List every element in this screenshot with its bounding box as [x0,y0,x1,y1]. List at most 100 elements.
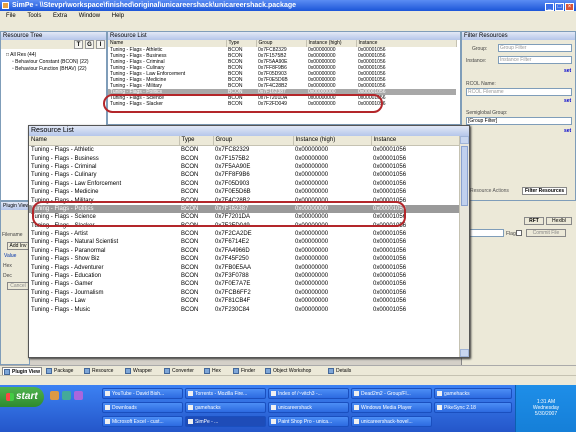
tab-wrapper[interactable]: Wrapper [124,367,162,375]
flag-checkbox[interactable] [516,230,522,236]
taskbar-button[interactable]: unicareershack [268,402,349,413]
fg-table-row[interactable]: Tuning - Flags - Education BCON 0x7F3F0788… [29,272,459,280]
fg-table-row[interactable]: Tuning - Flags - Music BCON 0x7F230C84 0x00… [29,305,459,313]
tab-hex[interactable]: Hex [203,367,227,375]
fg-table-row[interactable]: Tuning - Flags - Military BCON 0x7F4C28B2 0… [29,196,459,204]
scroll-down-icon[interactable] [460,349,469,357]
tab-resource[interactable]: Resource [83,367,123,375]
bg-col-name[interactable]: Name [108,40,227,47]
tab-plugin-view[interactable]: Plugin View [2,367,42,375]
wrapper-icon [125,368,131,374]
instance-set-link[interactable]: set [564,68,571,74]
cancel-button[interactable]: Cancel [7,282,29,290]
taskbar-button[interactable]: Dead2m2 - Group/Fl... [351,388,432,399]
fg-table-row[interactable]: Tuning - Flags - Natural Scientist BCON 0x… [29,238,459,246]
value-label: Value [4,253,17,259]
tab-filter-resources[interactable]: Filter Resources [522,187,568,195]
menu-file[interactable]: File [6,11,16,21]
taskbar-button[interactable]: YouTube - David Bish... [102,388,183,399]
menu-extra[interactable]: Extra [53,11,67,21]
menu-tools[interactable]: Tools [27,11,41,21]
taskbar-button[interactable]: gamehacks [185,402,266,413]
add-inventory-button[interactable]: Add Inv [7,242,29,250]
fg-col-group[interactable]: Group [213,136,294,146]
tab-converter[interactable]: Converter [163,367,201,375]
commit-file-button[interactable]: Commit File [526,229,566,237]
package-icon [46,368,52,374]
fg-cell: Tuning - Flags - Paranormal [31,247,106,254]
fg-col-instance[interactable]: Instance [371,136,460,146]
fg-table-row[interactable]: Tuning - Flags - Artist BCON 0x7F2CA2DE 0x0… [29,230,459,238]
fg-table-row[interactable]: Tuning - Flags - Business BCON 0x7F1575B2 0… [29,154,459,162]
fg-scrollbar[interactable] [459,136,469,357]
taskbar-app-icon [105,405,110,410]
minimize-icon[interactable]: _ [545,3,554,11]
fg-table-row[interactable]: Tuning - Flags - Medicine BCON 0x7F0E5D6B 0… [29,188,459,196]
fg-table-row[interactable]: Tuning - Flags - Journalism BCON 0x7FCB6FF… [29,289,459,297]
taskbar-button[interactable]: Paint Shop Pro - unica... [268,416,349,427]
bg-col-type[interactable]: Type [226,40,257,47]
taskbar-button[interactable]: Microsoft Excel - cust... [102,416,183,427]
group-filter-input[interactable]: Group Filter [498,44,572,52]
fg-table-row[interactable]: Tuning - Flags - Culinary BCON 0x7FF8F9B6 0… [29,171,459,179]
taskbar-button[interactable]: Torrents - Mozilla Fire... [185,388,266,399]
rcol-set-link[interactable]: set [564,98,571,104]
taskbar-button[interactable]: Downloads [102,402,183,413]
quick-launch-icon[interactable] [62,391,71,400]
rcol-name-input[interactable]: RCOL Filename [466,88,572,96]
tree-group-button[interactable]: G [85,40,94,49]
semiglobal-set-link[interactable]: set [564,128,571,134]
menu-help[interactable]: Help [112,11,124,21]
right-value-input[interactable] [464,229,504,237]
fg-table-row[interactable]: Tuning - Flags - Gamer BCON 0x7F0E7A7E 0x00… [29,280,459,288]
bg-col-instance[interactable]: Instance [356,40,457,47]
fg-table-row[interactable]: Tuning - Flags - Law Enforcement BCON 0x7F… [29,180,459,188]
tree-item-bhav[interactable]: ▫ Behaviour Function (BHAV) (22) [12,66,87,72]
fg-cell: 0x7F0E5D6B [215,189,251,196]
tree-item-bhav-label: Behaviour Function (BHAV) (22) [15,66,87,72]
scroll-up-icon[interactable] [460,136,469,144]
fg-table-row[interactable]: Tuning - Flags - Adventurer BCON 0x7FB0E5A… [29,263,459,271]
taskbar-button[interactable]: PikeSync 2.18 [434,402,512,413]
tree-type-button[interactable]: T [74,40,83,49]
tree-item-all[interactable]: □ All Res (44) [6,52,36,58]
fg-table-row[interactable]: Tuning - Flags - Athletic BCON 0x7FC82329 0… [29,146,459,155]
fg-cell: BCON [181,180,199,187]
taskbar-button[interactable]: SimPe - ... [185,416,266,427]
fg-table-row[interactable]: Tuning - Flags - Paranormal BCON 0x7FA4966… [29,247,459,255]
tab-resource-actions[interactable]: Resource Actions [470,188,509,194]
semiglobal-select[interactable]: [Group Filter] [466,117,572,125]
tree-instance-button[interactable]: I [96,40,105,49]
bg-col-group[interactable]: Group [256,40,307,47]
quick-launch-icon[interactable] [74,391,83,400]
quick-launch-icon[interactable] [50,391,59,400]
instance-filter-input[interactable]: Instance Filter [498,56,572,64]
fg-table-row[interactable]: Tuning - Flags - Science BCON 0x7F7201DA 0x… [29,213,459,221]
taskbar-button[interactable]: unicareershack-hovel... [351,416,432,427]
taskbar-button[interactable]: gamehacks [434,388,512,399]
fg-col-instance-high[interactable]: Instance (high) [293,136,372,146]
maximize-icon[interactable]: □ [555,3,564,11]
rft-button[interactable]: RFT [524,217,544,225]
tab-finder[interactable]: Finder [232,367,262,375]
menu-window[interactable]: Window [79,11,100,21]
fg-table-row[interactable]: Tuning - Flags - Slacker BCON 0x7F2FD049 0x… [29,222,459,230]
hexlbl-button[interactable]: Hexlbl [546,217,572,225]
fg-table-row[interactable]: Tuning - Flags - Show Biz BCON 0x7F45F250 0… [29,255,459,263]
taskbar-button[interactable]: Index of /~vitch3 -... [268,388,349,399]
close-icon[interactable]: × [565,3,574,11]
fg-table-row[interactable]: Tuning - Flags - Politics BCON 0x7F162387 0… [29,204,459,214]
fg-col-name[interactable]: Name [29,136,180,146]
bg-col-instance-high[interactable]: Instance (high) [306,40,357,47]
fg-cell: 0x00000000 [295,231,329,238]
tab-object-workshop[interactable]: Object Workshop [264,367,324,375]
tab-details[interactable]: Details [327,367,361,375]
tab-package[interactable]: Package [45,367,81,375]
fg-table-row[interactable]: Tuning - Flags - Criminal BCON 0x7F5AA90E 0… [29,163,459,171]
scroll-thumb[interactable] [461,146,468,206]
bg-table-row[interactable]: Tuning - Flags - Slacker BCON 0x7F2FD049 0x… [108,101,456,107]
taskbar-button[interactable]: Windows Media Player [351,402,432,413]
tree-item-bcon[interactable]: ▫ Behaviour Constant (BCON) (22) [12,59,89,65]
fg-col-type[interactable]: Type [179,136,214,146]
fg-table-row[interactable]: Tuning - Flags - Law BCON 0x7F81CB4F 0x0000… [29,297,459,305]
